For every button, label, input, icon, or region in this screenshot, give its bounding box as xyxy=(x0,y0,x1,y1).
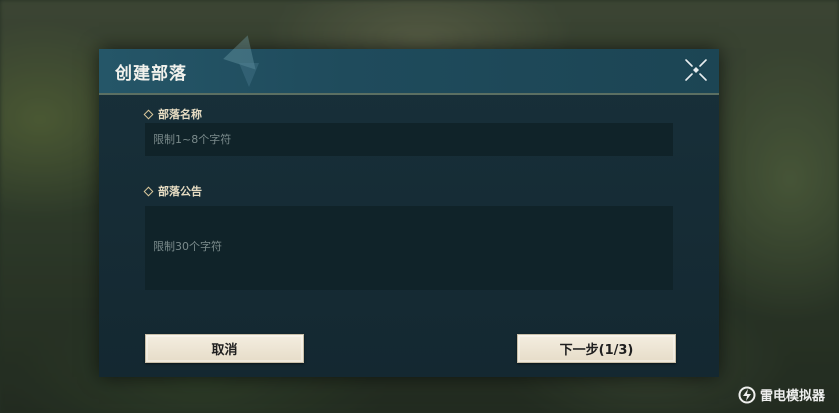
dialog-title-bar: 创建部落 xyxy=(99,30,719,95)
create-tribe-dialog: 创建部落 部落名称 部落公告 取消 下一步(1/3) xyxy=(99,30,719,377)
emulator-watermark: 雷电模拟器 xyxy=(738,385,825,404)
cancel-button[interactable]: 取消 xyxy=(145,334,304,363)
next-step-button[interactable]: 下一步(1/3) xyxy=(517,334,676,363)
dialog-title: 创建部落 xyxy=(115,64,187,84)
watermark-text: 雷电模拟器 xyxy=(759,389,825,404)
tribe-notice-label: 部落公告 xyxy=(158,185,202,198)
close-x-icon xyxy=(685,59,707,81)
tribe-notice-input[interactable] xyxy=(145,206,673,290)
title-decoration-2 xyxy=(239,63,259,87)
diamond-bullet-icon xyxy=(143,109,154,119)
tribe-name-label-row: 部落名称 xyxy=(143,106,202,122)
tribe-name-label: 部落名称 xyxy=(158,108,202,121)
close-button[interactable] xyxy=(683,57,709,83)
leidian-logo-icon xyxy=(738,386,756,403)
tribe-notice-label-row: 部落公告 xyxy=(143,183,202,199)
tribe-name-input[interactable] xyxy=(145,123,673,156)
diamond-bullet-icon xyxy=(143,186,154,196)
